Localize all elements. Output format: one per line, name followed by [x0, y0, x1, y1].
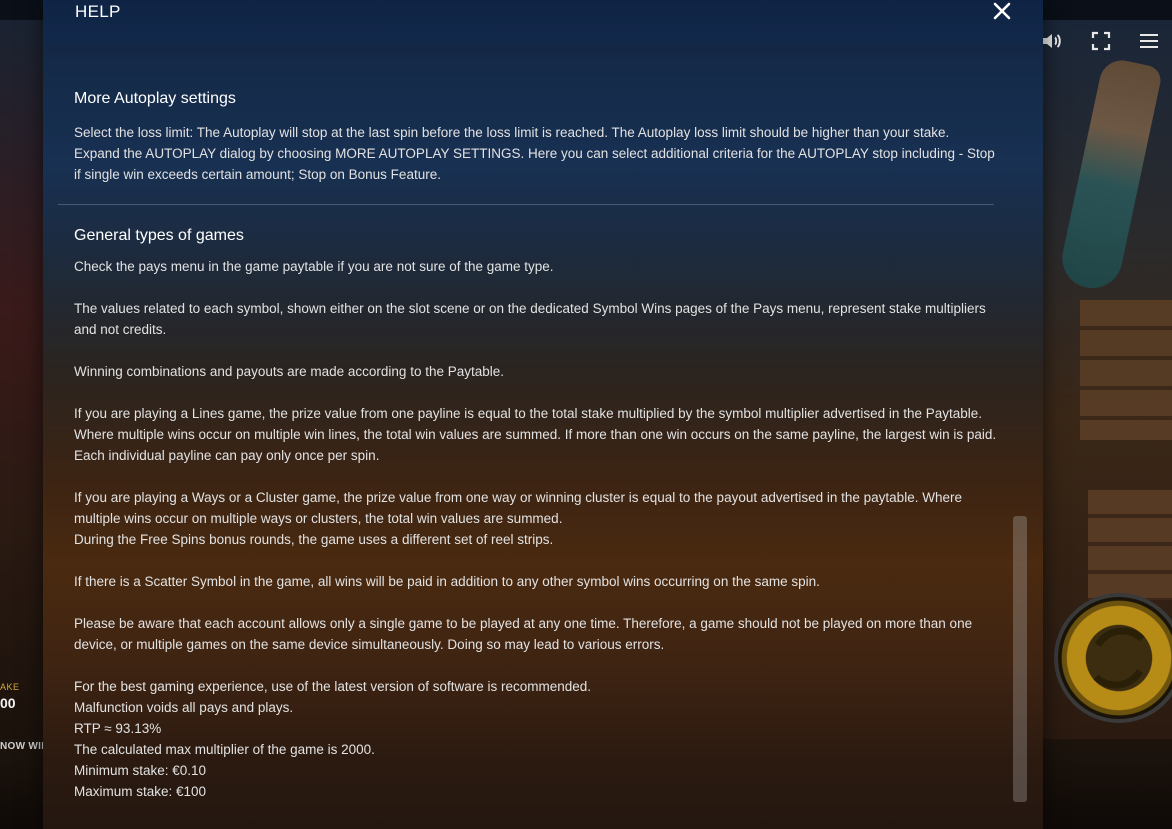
section-heading-general: General types of games	[74, 227, 244, 244]
menu-icon[interactable]	[1137, 29, 1161, 53]
general-text-8: For the best gaming experience, use of t…	[74, 679, 592, 694]
help-dialog-header: HELP	[43, 0, 1043, 43]
rtp-text: RTP ≈ 93.13%	[74, 721, 162, 736]
general-text-7: Please be aware that each account allows…	[74, 616, 973, 652]
general-text-1: Check the pays menu in the game paytable…	[74, 259, 554, 274]
general-text-4: If you are playing a Lines game, the pri…	[74, 406, 997, 463]
volume-icon[interactable]	[1040, 29, 1064, 53]
game-left-scene	[0, 20, 43, 740]
section-autoplay: More Autoplay settings Select the loss l…	[74, 88, 1004, 185]
now-win-label: NOW WIL	[0, 741, 48, 752]
crates-decoration	[1080, 300, 1172, 440]
fullscreen-icon[interactable]	[1089, 29, 1113, 53]
spin-arrows-icon	[1093, 627, 1145, 689]
general-text-3: Winning combinations and payouts are mad…	[74, 364, 505, 379]
scrollbar-thumb[interactable]	[1013, 516, 1027, 802]
autoplay-loss-limit-text: Select the loss limit: The Autoplay will…	[74, 125, 950, 140]
max-stake-text: Maximum stake: €100	[74, 784, 207, 799]
max-multiplier-text: The calculated max multiplier of the gam…	[74, 742, 375, 757]
stake-value[interactable]: 00	[0, 695, 16, 711]
dialog-title: HELP	[75, 2, 121, 21]
general-text-9: Malfunction voids all pays and plays.	[74, 700, 294, 715]
general-text-5: If you are playing a Ways or a Cluster g…	[74, 490, 962, 526]
autoplay-dialog-text: Expand the AUTOPLAY dialog by choosing M…	[74, 146, 995, 182]
stake-label: AKE	[0, 682, 20, 692]
general-text-2: The values related to each symbol, shown…	[74, 301, 986, 337]
crates-decoration-lower	[1088, 490, 1172, 600]
section-heading-autoplay: More Autoplay settings	[74, 90, 236, 107]
general-text-free-spins: During the Free Spins bonus rounds, the …	[74, 532, 554, 547]
help-dialog: HELP More Autoplay settings Select the l…	[43, 0, 1043, 829]
general-text-6: If there is a Scatter Symbol in the game…	[74, 574, 820, 589]
min-stake-text: Minimum stake: €0.10	[74, 763, 207, 778]
spin-button[interactable]	[1054, 593, 1172, 723]
section-divider	[58, 204, 994, 205]
section-general-types: General types of games Check the pays me…	[74, 225, 1004, 802]
close-icon[interactable]	[990, 0, 1014, 24]
